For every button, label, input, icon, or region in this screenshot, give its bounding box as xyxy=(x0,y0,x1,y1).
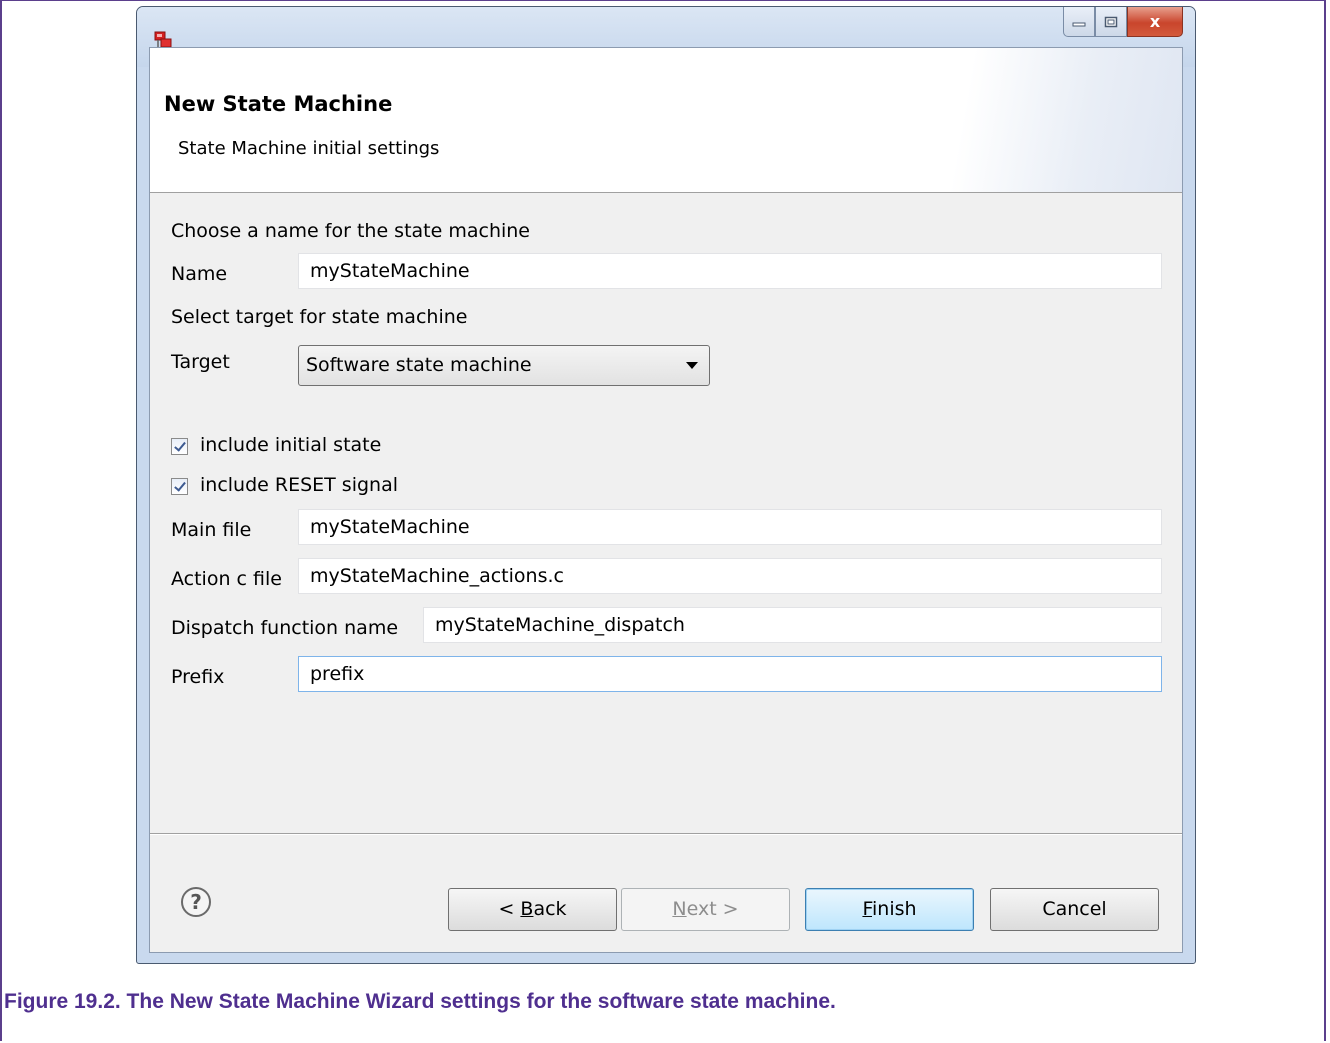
maximize-icon xyxy=(1104,16,1118,27)
name-prompt: Choose a name for the state machine xyxy=(171,220,530,242)
page-title: New State Machine xyxy=(164,92,393,116)
dispatch-function-field[interactable]: myStateMachine_dispatch xyxy=(423,607,1162,643)
main-file-field[interactable]: myStateMachine xyxy=(298,509,1162,545)
wizard-client-area: New State Machine State Machine initial … xyxy=(149,47,1183,953)
figure-caption: Figure 19.2. The New State Machine Wizar… xyxy=(4,990,836,1013)
prefix-field[interactable]: prefix xyxy=(298,656,1162,692)
next-button[interactable]: Next > xyxy=(621,888,790,931)
help-icon[interactable]: ? xyxy=(180,886,212,918)
chevron-down-icon xyxy=(686,362,698,369)
target-selected-value: Software state machine xyxy=(306,354,532,376)
include-initial-state-label[interactable]: include initial state xyxy=(200,434,381,456)
back-button[interactable]: < Back xyxy=(448,888,617,931)
wizard-window: x New State Machine State Machine initia… xyxy=(136,6,1196,964)
svg-text:?: ? xyxy=(190,890,202,914)
footer-divider xyxy=(150,833,1182,835)
include-reset-signal-label[interactable]: include RESET signal xyxy=(200,474,398,496)
dispatch-function-label: Dispatch function name xyxy=(171,617,399,639)
name-label: Name xyxy=(171,263,228,285)
main-file-label: Main file xyxy=(171,519,252,541)
wizard-header: New State Machine State Machine initial … xyxy=(150,48,1182,193)
include-initial-state-checkbox[interactable] xyxy=(171,438,188,455)
page-subtitle: State Machine initial settings xyxy=(178,138,440,159)
minimize-button[interactable] xyxy=(1063,7,1095,37)
finish-button[interactable]: Finish xyxy=(805,888,974,931)
cancel-button[interactable]: Cancel xyxy=(990,888,1159,931)
include-reset-signal-checkbox[interactable] xyxy=(171,478,188,495)
target-prompt: Select target for state machine xyxy=(171,306,468,328)
close-button[interactable]: x xyxy=(1127,7,1183,37)
action-file-field[interactable]: myStateMachine_actions.c xyxy=(298,558,1162,594)
close-icon: x xyxy=(1149,12,1161,31)
minimize-icon xyxy=(1072,22,1086,26)
action-file-label: Action c file xyxy=(171,568,282,590)
maximize-button[interactable] xyxy=(1095,7,1127,37)
prefix-label: Prefix xyxy=(171,666,225,688)
target-dropdown[interactable]: Software state machine xyxy=(298,345,710,386)
name-field[interactable]: myStateMachine xyxy=(298,253,1162,289)
target-label: Target xyxy=(171,351,230,373)
